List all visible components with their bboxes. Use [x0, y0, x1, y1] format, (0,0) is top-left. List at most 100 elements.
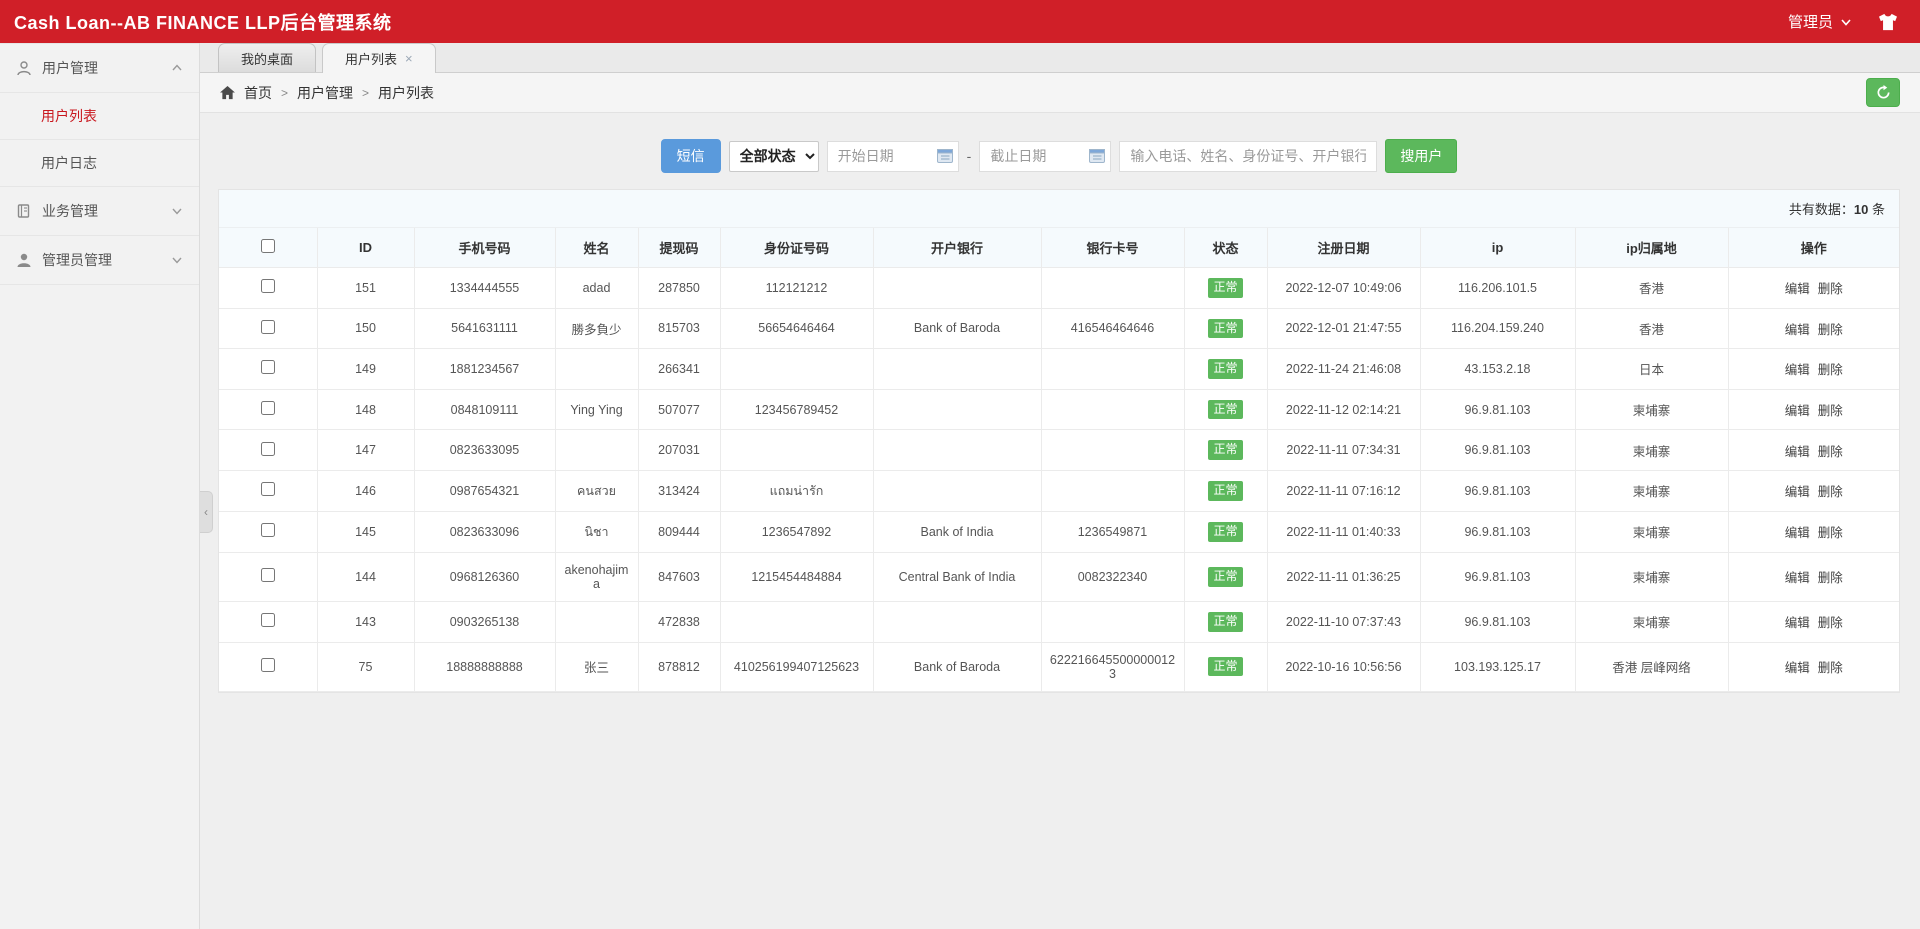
- breadcrumb-separator: >: [362, 86, 369, 100]
- cell-id: 151: [317, 268, 414, 309]
- cell-phone: 0823633095: [414, 430, 555, 471]
- cell-withdraw-code: 287850: [638, 268, 720, 309]
- cell-reg-date: 2022-11-12 02:14:21: [1267, 389, 1420, 430]
- edit-link[interactable]: 编辑: [1785, 363, 1810, 377]
- edit-link[interactable]: 编辑: [1785, 526, 1810, 540]
- start-date-wrap: [827, 141, 959, 172]
- cell-id: 143: [317, 601, 414, 642]
- edit-link[interactable]: 编辑: [1785, 323, 1810, 337]
- row-checkbox[interactable]: [261, 360, 275, 374]
- cell-phone: 18888888888: [414, 642, 555, 691]
- sidebar-item-user-log[interactable]: 用户日志: [0, 140, 199, 187]
- row-checkbox[interactable]: [261, 482, 275, 496]
- delete-link[interactable]: 删除: [1818, 616, 1843, 630]
- cell-ip-location: 柬埔寨: [1575, 389, 1728, 430]
- cell-bank: [873, 389, 1041, 430]
- cell-withdraw-code: 507077: [638, 389, 720, 430]
- header-withdraw-code: 提现码: [638, 228, 720, 268]
- row-checkbox[interactable]: [261, 320, 275, 334]
- cell-bank: [873, 268, 1041, 309]
- search-input[interactable]: [1119, 141, 1377, 172]
- breadcrumb: 首页 > 用户管理 > 用户列表: [220, 83, 434, 103]
- sidebar-item-user-list[interactable]: 用户列表: [0, 93, 199, 140]
- edit-link[interactable]: 编辑: [1785, 404, 1810, 418]
- select-all-checkbox[interactable]: [261, 239, 275, 253]
- cell-ip-location: 柬埔寨: [1575, 552, 1728, 601]
- delete-link[interactable]: 删除: [1818, 661, 1843, 675]
- edit-link[interactable]: 编辑: [1785, 445, 1810, 459]
- delete-link[interactable]: 删除: [1818, 526, 1843, 540]
- table-row: 75 18888888888 张三 878812 410256199407125…: [219, 642, 1899, 691]
- theme-tshirt-icon[interactable]: [1878, 13, 1898, 31]
- row-checkbox[interactable]: [261, 442, 275, 456]
- sidebar-group-admin-management[interactable]: 管理员管理: [0, 236, 199, 285]
- user-table: ID 手机号码 姓名 提现码 身份证号码 开户银行 银行卡号 状态 注册日期 i…: [219, 228, 1899, 692]
- row-checkbox[interactable]: [261, 523, 275, 537]
- delete-link[interactable]: 删除: [1818, 363, 1843, 377]
- breadcrumb-user-list[interactable]: 用户列表: [378, 83, 434, 103]
- table-row: 143 0903265138 472838 正常 2022-11-10 07:3…: [219, 601, 1899, 642]
- cell-ip: 96.9.81.103: [1420, 430, 1575, 471]
- cell-id: 146: [317, 470, 414, 511]
- tab-user-list[interactable]: 用户列表 ×: [322, 43, 436, 73]
- cell-card-number: 6222166455000000123: [1041, 642, 1184, 691]
- user-menu[interactable]: 管理员: [1788, 11, 1852, 32]
- delete-link[interactable]: 删除: [1818, 282, 1843, 296]
- delete-link[interactable]: 删除: [1818, 485, 1843, 499]
- cell-bank: [873, 601, 1041, 642]
- cell-ip: 116.206.101.5: [1420, 268, 1575, 309]
- row-checkbox[interactable]: [261, 279, 275, 293]
- edit-link[interactable]: 编辑: [1785, 571, 1810, 585]
- edit-link[interactable]: 编辑: [1785, 616, 1810, 630]
- sidebar-group-business-management[interactable]: 业务管理: [0, 187, 199, 236]
- row-checkbox[interactable]: [261, 568, 275, 582]
- cell-withdraw-code: 313424: [638, 470, 720, 511]
- sidebar-collapse-handle[interactable]: ‹: [200, 491, 213, 533]
- cell-reg-date: 2022-11-11 01:36:25: [1267, 552, 1420, 601]
- tab-my-desktop[interactable]: 我的桌面: [218, 43, 316, 72]
- edit-link[interactable]: 编辑: [1785, 661, 1810, 675]
- delete-link[interactable]: 删除: [1818, 404, 1843, 418]
- cell-id-card: 1236547892: [720, 511, 873, 552]
- cell-operations: 编辑删除: [1728, 470, 1899, 511]
- cell-reg-date: 2022-11-24 21:46:08: [1267, 349, 1420, 390]
- cell-checkbox: [219, 308, 317, 349]
- cell-operations: 编辑删除: [1728, 642, 1899, 691]
- header-reg-date: 注册日期: [1267, 228, 1420, 268]
- sms-button[interactable]: 短信: [661, 139, 721, 173]
- edit-link[interactable]: 编辑: [1785, 485, 1810, 499]
- sidebar-group-label: 用户管理: [42, 58, 161, 78]
- breadcrumb-user-management[interactable]: 用户管理: [297, 83, 353, 103]
- refresh-button[interactable]: [1866, 78, 1900, 107]
- cell-card-number: [1041, 470, 1184, 511]
- delete-link[interactable]: 删除: [1818, 571, 1843, 585]
- cell-name: Ying Ying: [555, 389, 638, 430]
- row-checkbox[interactable]: [261, 401, 275, 415]
- cell-phone: 0987654321: [414, 470, 555, 511]
- cell-reg-date: 2022-11-11 07:16:12: [1267, 470, 1420, 511]
- chevron-down-icon: [1840, 16, 1852, 28]
- home-icon: [220, 86, 235, 100]
- breadcrumb-home[interactable]: 首页: [244, 83, 272, 103]
- edit-link[interactable]: 编辑: [1785, 282, 1810, 296]
- search-user-button[interactable]: 搜用户: [1385, 139, 1457, 173]
- breadcrumb-bar: 首页 > 用户管理 > 用户列表: [200, 73, 1920, 113]
- cell-phone: 1881234567: [414, 349, 555, 390]
- cell-reg-date: 2022-11-10 07:37:43: [1267, 601, 1420, 642]
- cell-bank: Bank of Baroda: [873, 642, 1041, 691]
- delete-link[interactable]: 删除: [1818, 323, 1843, 337]
- status-badge: 正常: [1208, 522, 1242, 542]
- status-badge: 正常: [1208, 319, 1242, 339]
- sidebar-group-user-management[interactable]: 用户管理: [0, 43, 199, 93]
- calendar-icon[interactable]: [1089, 148, 1105, 163]
- main-area: 我的桌面 用户列表 × 首页 > 用户管理 > 用户列表: [200, 43, 1920, 929]
- row-checkbox[interactable]: [261, 658, 275, 672]
- cell-ip: 43.153.2.18: [1420, 349, 1575, 390]
- row-checkbox[interactable]: [261, 613, 275, 627]
- cell-operations: 编辑删除: [1728, 349, 1899, 390]
- cell-ip: 96.9.81.103: [1420, 470, 1575, 511]
- delete-link[interactable]: 删除: [1818, 445, 1843, 459]
- calendar-icon[interactable]: [937, 148, 953, 163]
- close-icon[interactable]: ×: [405, 51, 413, 66]
- status-select[interactable]: 全部状态: [729, 141, 819, 172]
